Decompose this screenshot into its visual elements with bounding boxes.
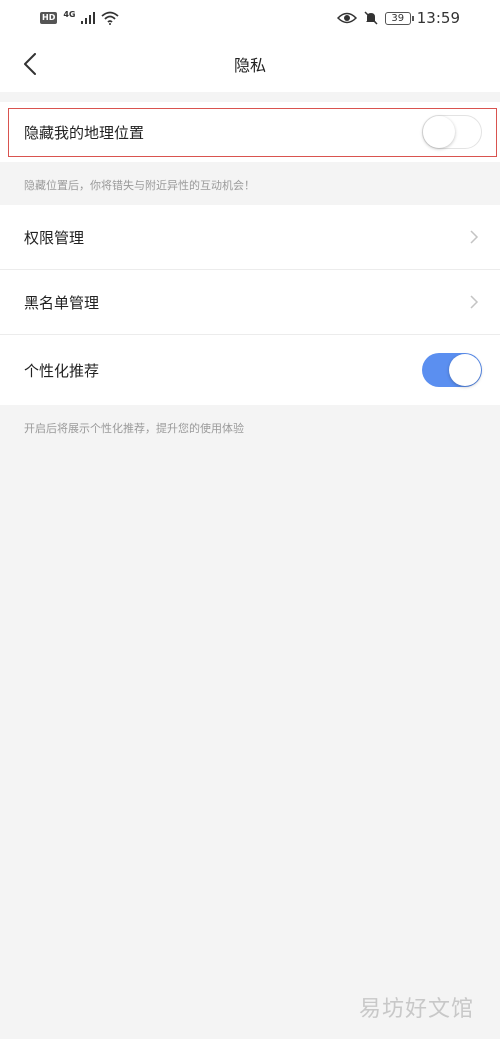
- eye-icon: [336, 12, 357, 24]
- permissions-row[interactable]: 权限管理: [0, 205, 500, 269]
- watermark-text: 易坊好文馆: [358, 997, 474, 1022]
- page-title: 隐私: [233, 56, 266, 75]
- toggle-knob: [423, 116, 455, 148]
- chevron-right-icon: [470, 230, 479, 244]
- navigation-bar: 隐私: [0, 36, 500, 92]
- personalized-hint: 开启后将展示个性化推荐，提升您的使用体验: [24, 422, 244, 435]
- hide-location-hint: 隐藏位置后，你将错失与附近异性的互动机会！: [24, 179, 255, 192]
- signal-icon: [81, 12, 96, 24]
- permissions-label: 权限管理: [24, 228, 85, 247]
- network-type: 4G: [63, 9, 76, 19]
- back-button[interactable]: [14, 48, 46, 80]
- hide-location-toggle[interactable]: [422, 115, 482, 149]
- status-bar: HD 4G 39 13:59: [0, 0, 500, 36]
- bell-muted-icon: [364, 11, 378, 25]
- personalized-label: 个性化推荐: [24, 361, 100, 380]
- hide-location-row: 隐藏我的地理位置: [0, 102, 500, 162]
- personalized-toggle[interactable]: [422, 353, 482, 387]
- battery-indicator: 39: [384, 11, 414, 25]
- wifi-icon: [101, 11, 120, 25]
- clock: 13:59: [416, 9, 460, 27]
- hide-location-label: 隐藏我的地理位置: [24, 123, 145, 142]
- personalized-row: 个性化推荐: [0, 335, 500, 405]
- status-left: HD 4G: [40, 9, 120, 25]
- hd-badge: HD: [40, 12, 58, 24]
- privacy-page: HD 4G 39 13:59 隐私 隐藏我的地理位置 隐藏位置后，你将错失与附近…: [0, 0, 500, 1039]
- toggle-knob: [449, 354, 481, 386]
- blacklist-row[interactable]: 黑名单管理: [0, 270, 500, 334]
- back-arrow-icon: [24, 53, 36, 75]
- status-right: 39 13:59: [336, 9, 460, 27]
- chevron-right-icon: [470, 295, 479, 309]
- blacklist-label: 黑名单管理: [24, 293, 100, 312]
